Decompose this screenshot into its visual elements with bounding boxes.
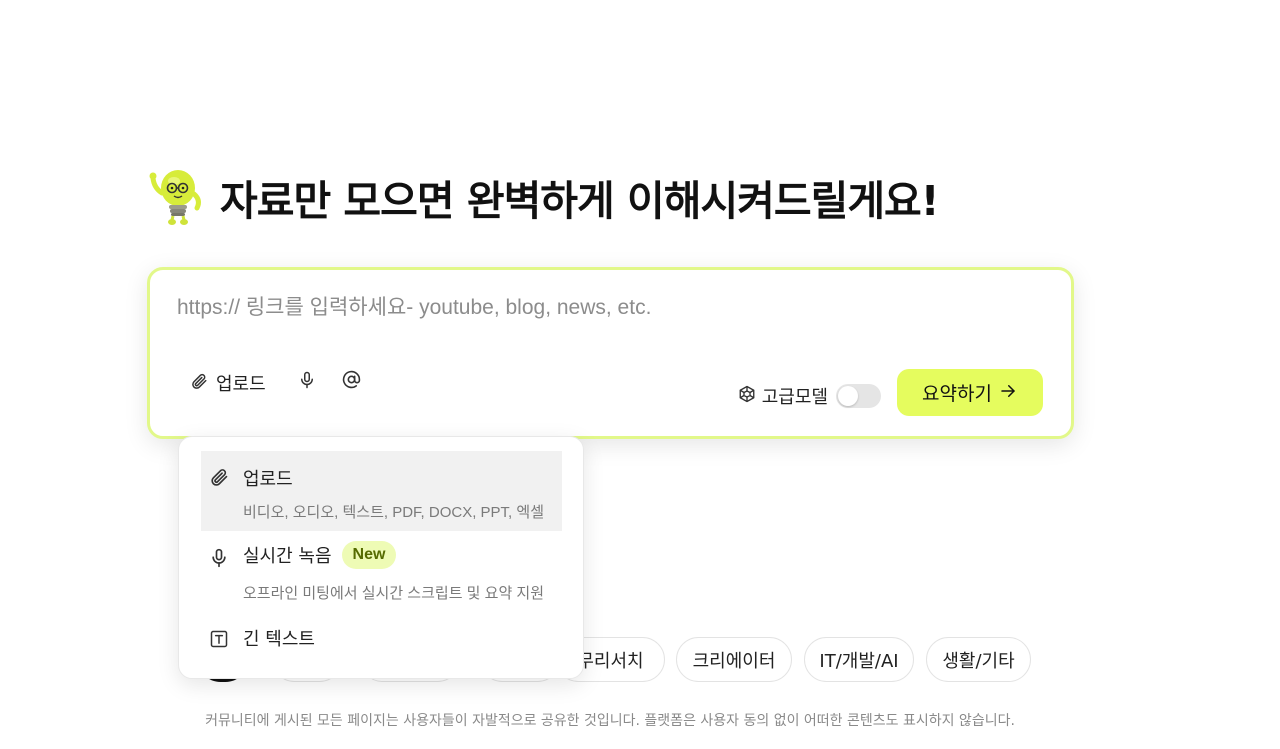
- hero: 자료만 모으면 완벽하게 이해시켜드릴게요!: [148, 166, 939, 228]
- link-input[interactable]: [177, 296, 1037, 320]
- advanced-model-toggle[interactable]: [836, 384, 881, 408]
- link-input-card: 업로드 고급모델 요약하기: [147, 267, 1074, 439]
- microphone-icon: [298, 370, 316, 395]
- summarize-button-label: 요약하기: [922, 383, 992, 405]
- lightbulb-mascot-icon: [148, 166, 206, 228]
- dropdown-item-upload[interactable]: 업로드 비디오, 오디오, 텍스트, PDF, DOCX, PPT, 엑셀: [201, 451, 562, 531]
- dropdown-item-title: 긴 텍스트: [243, 629, 315, 650]
- paperclip-icon: [190, 372, 208, 395]
- chip-label: 크리에이터: [692, 650, 776, 672]
- chip-label: 무리서치: [577, 650, 644, 672]
- new-badge: New: [341, 541, 397, 569]
- text-box-icon: [209, 629, 229, 653]
- category-chip-it-dev-ai[interactable]: IT/개발/AI: [804, 637, 914, 682]
- dropdown-item-title: 업로드: [243, 469, 293, 490]
- upload-button-label: 업로드: [216, 374, 266, 395]
- advanced-model-label: 고급모델: [761, 387, 828, 408]
- live-recording-label: 실시간 녹음: [243, 546, 332, 567]
- dropdown-item-long-text[interactable]: 긴 텍스트: [201, 621, 562, 661]
- summarize-button[interactable]: 요약하기: [897, 369, 1043, 416]
- toggle-knob: [838, 386, 858, 406]
- category-chip-life-etc[interactable]: 생활/기타: [926, 637, 1031, 682]
- cube-icon: [738, 385, 756, 408]
- dropdown-item-description: 오프라인 미팅에서 실시간 스크립트 및 요약 지원: [243, 585, 545, 602]
- category-chip-creator[interactable]: 크리에이터: [676, 637, 792, 682]
- dropdown-item-title: 실시간 녹음 New: [243, 541, 397, 569]
- dropdown-item-live-recording[interactable]: 실시간 녹음 New 오프라인 미팅에서 실시간 스크립트 및 요약 지원: [201, 539, 562, 609]
- microphone-icon: [209, 547, 229, 573]
- upload-dropdown-menu: 업로드 비디오, 오디오, 텍스트, PDF, DOCX, PPT, 엑셀 실시…: [178, 436, 584, 679]
- mention-button[interactable]: [342, 370, 361, 394]
- microphone-button[interactable]: [298, 370, 316, 395]
- chip-label: 생활/기타: [942, 650, 1015, 672]
- page-title: 자료만 모으면 완벽하게 이해시켜드릴게요!: [220, 177, 939, 225]
- arrow-right-icon: [998, 381, 1018, 405]
- upload-button[interactable]: 업로드: [190, 370, 266, 396]
- advanced-model-toggle-group: 고급모델: [738, 383, 881, 409]
- footer-disclaimer: 커뮤니티에 게시된 모든 페이지는 사용자들이 자발적으로 공유한 것입니다. …: [205, 713, 1015, 729]
- at-sign-icon: [342, 370, 361, 394]
- dropdown-item-description: 비디오, 오디오, 텍스트, PDF, DOCX, PPT, 엑셀: [243, 504, 544, 521]
- chip-label: IT/개발/AI: [819, 650, 899, 672]
- paperclip-icon: [209, 467, 229, 491]
